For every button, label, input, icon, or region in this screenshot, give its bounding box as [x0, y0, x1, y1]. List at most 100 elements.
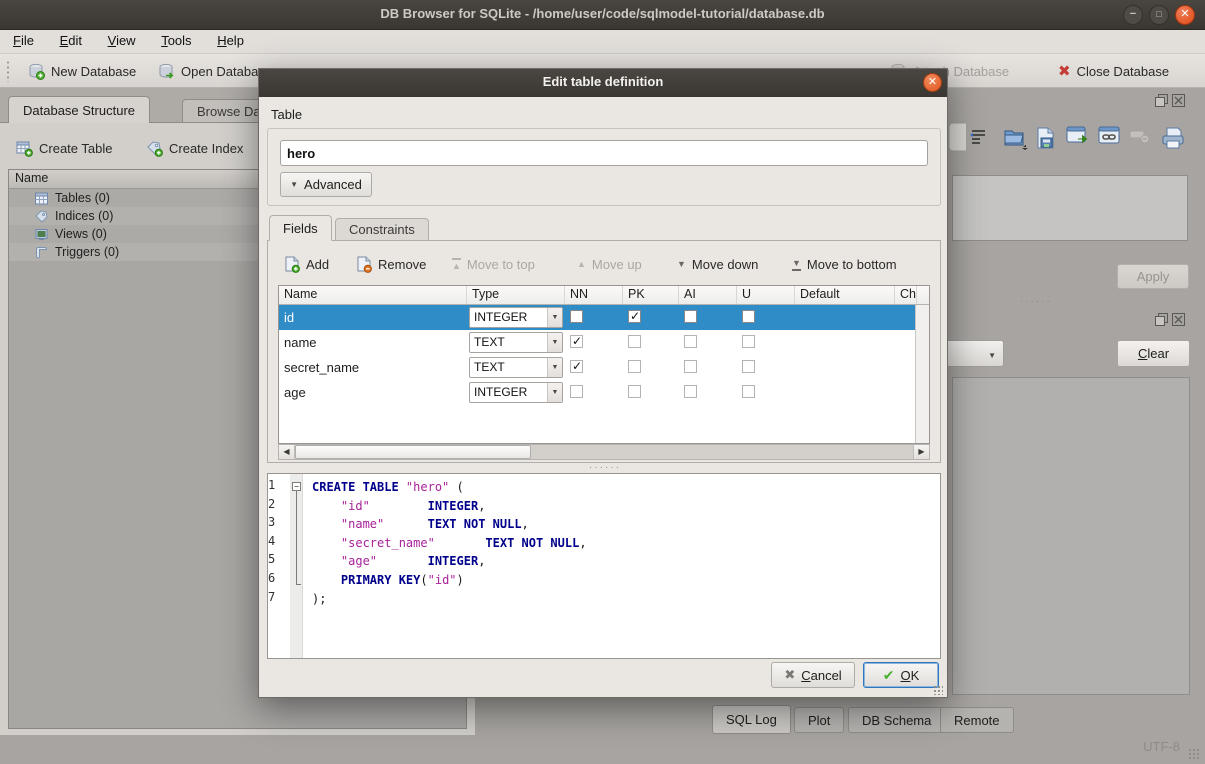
field-row-age[interactable]: ageINTEGER▼ [279, 380, 915, 405]
checkbox-pk-age[interactable] [628, 385, 641, 398]
move-to-bottom-button[interactable]: ▼ Move to bottom [792, 253, 897, 275]
create-index-button[interactable]: Create Index [146, 135, 243, 161]
checkbox-nn-id[interactable] [570, 310, 583, 323]
create-table-button[interactable]: Create Table [16, 135, 112, 161]
checkbox-u-id[interactable] [742, 310, 755, 323]
cancel-button[interactable]: ✖ Cancel [771, 662, 855, 688]
col-header-ai[interactable]: AI [679, 286, 737, 304]
checkbox-ai-age[interactable] [684, 385, 697, 398]
window-resize-grip[interactable] [1188, 748, 1200, 760]
menu-edit[interactable]: Edit [51, 30, 91, 51]
fold-collapse-icon[interactable]: − [292, 482, 301, 491]
field-row-name[interactable]: nameTEXT▼ [279, 330, 915, 355]
checkbox-nn-age[interactable] [570, 385, 583, 398]
sql-preview[interactable]: 1234567 − CREATE TABLE "hero" ( "id" INT… [267, 473, 941, 659]
checkbox-pk-secret_name[interactable] [628, 360, 641, 373]
field-type-combo[interactable]: INTEGER▼ [469, 307, 563, 328]
dialog-splitter-handle[interactable]: ······ [589, 462, 621, 473]
dock-close-icon[interactable] [1172, 313, 1185, 326]
dock-float-icon[interactable] [1155, 313, 1168, 326]
log-filter-combo[interactable]: ▼ [940, 340, 1004, 367]
line-number-gutter: 1234567 [268, 474, 290, 658]
menu-tools[interactable]: Tools [152, 30, 200, 51]
export-file-icon[interactable] [1035, 126, 1057, 150]
print-icon[interactable] [1160, 126, 1186, 150]
field-row-secret_name[interactable]: secret_nameTEXT▼ [279, 355, 915, 380]
dialog-close-button[interactable]: ✕ [923, 73, 942, 92]
checkbox-u-age[interactable] [742, 385, 755, 398]
tab-plot[interactable]: Plot [794, 707, 844, 733]
dialog-title-bar[interactable]: Edit table definition ✕ [259, 69, 947, 97]
field-name-cell[interactable]: id [279, 310, 467, 325]
checkbox-nn-secret_name[interactable] [570, 360, 583, 373]
checkbox-u-name[interactable] [742, 335, 755, 348]
chevron-down-icon: ▼ [290, 180, 298, 189]
new-database-button[interactable]: New Database [28, 59, 136, 83]
col-header-u[interactable]: U [737, 286, 795, 304]
field-type-combo[interactable]: TEXT▼ [469, 357, 563, 378]
sql-log-area[interactable] [952, 377, 1190, 695]
fields-grid-header[interactable]: Name Type NN PK AI U Default Check [279, 286, 929, 305]
add-field-button[interactable]: Add [284, 253, 329, 275]
field-row-id[interactable]: idINTEGER▼ [279, 305, 915, 330]
move-down-button[interactable]: ▼ Move down [677, 253, 758, 275]
cell-editor-textarea[interactable] [952, 175, 1188, 241]
col-header-pk[interactable]: PK [623, 286, 679, 304]
import-file-icon[interactable] [1003, 126, 1029, 150]
table-name-input[interactable] [280, 140, 928, 166]
col-header-name[interactable]: Name [279, 286, 467, 304]
tab-database-structure[interactable]: Database Structure [8, 96, 150, 123]
tab-fields[interactable]: Fields [269, 215, 332, 241]
open-database-button[interactable]: Open Database [158, 59, 272, 83]
col-header-default[interactable]: Default [795, 286, 895, 304]
link-window-icon[interactable] [1098, 126, 1122, 148]
advanced-button[interactable]: ▼ Advanced [280, 172, 372, 197]
checkbox-u-secret_name[interactable] [742, 360, 755, 373]
fields-grid-hscrollbar[interactable]: ◀ ▶ [278, 444, 930, 460]
close-window-button[interactable]: ✕ [1175, 5, 1195, 25]
tab-db-schema[interactable]: DB Schema [848, 707, 945, 733]
execute-window-icon[interactable] [1066, 126, 1090, 148]
tab-sql-log[interactable]: SQL Log [712, 705, 791, 734]
field-name-cell[interactable]: name [279, 335, 467, 350]
checkbox-ai-id[interactable] [684, 310, 697, 323]
hscroll-thumb[interactable] [295, 445, 531, 459]
word-wrap-icon[interactable] [968, 126, 988, 146]
title-bar[interactable]: DB Browser for SQLite - /home/user/code/… [0, 0, 1205, 30]
field-type-combo[interactable]: INTEGER▼ [469, 382, 563, 403]
col-header-check[interactable]: Check [895, 286, 917, 304]
col-header-nn[interactable]: NN [565, 286, 623, 304]
menu-file[interactable]: File [4, 30, 43, 51]
field-type-combo[interactable]: TEXT▼ [469, 332, 563, 353]
checkbox-ai-secret_name[interactable] [684, 360, 697, 373]
col-header-type[interactable]: Type [467, 286, 565, 304]
menu-view[interactable]: View [99, 30, 145, 51]
scroll-left-arrow[interactable]: ◀ [279, 445, 295, 459]
field-name-cell[interactable]: secret_name [279, 360, 467, 375]
remove-field-button[interactable]: Remove [356, 253, 426, 275]
dock-splitter-handle[interactable]: ······ [1020, 296, 1052, 307]
maximize-button[interactable]: □ [1149, 5, 1169, 25]
scroll-right-arrow[interactable]: ▶ [913, 445, 929, 459]
table-plus-icon [16, 140, 33, 157]
minimize-button[interactable]: − [1123, 5, 1143, 25]
checkbox-ai-name[interactable] [684, 335, 697, 348]
fields-grid-vscrollbar[interactable] [915, 305, 929, 443]
checkbox-nn-name[interactable] [570, 335, 583, 348]
tab-constraints[interactable]: Constraints [335, 218, 429, 241]
close-database-button[interactable]: ✖ Close Database [1058, 59, 1169, 83]
clear-log-button[interactable]: Clear [1117, 340, 1190, 367]
checkbox-pk-name[interactable] [628, 335, 641, 348]
fields-grid[interactable]: Name Type NN PK AI U Default Check idINT… [278, 285, 930, 444]
ok-button[interactable]: ✔ OK [863, 662, 939, 688]
field-name-cell[interactable]: age [279, 385, 467, 400]
checkbox-pk-id[interactable] [628, 310, 641, 323]
move-down-icon: ▼ [677, 259, 686, 269]
toolbar-drag-handle[interactable] [6, 60, 10, 82]
menu-help[interactable]: Help [208, 30, 253, 51]
dock-close-icon[interactable] [1172, 94, 1185, 107]
dock-float-icon[interactable] [1155, 94, 1168, 107]
tab-remote[interactable]: Remote [940, 707, 1014, 733]
dialog-resize-grip[interactable] [933, 685, 943, 695]
cell-mode-combo[interactable] [948, 122, 966, 152]
